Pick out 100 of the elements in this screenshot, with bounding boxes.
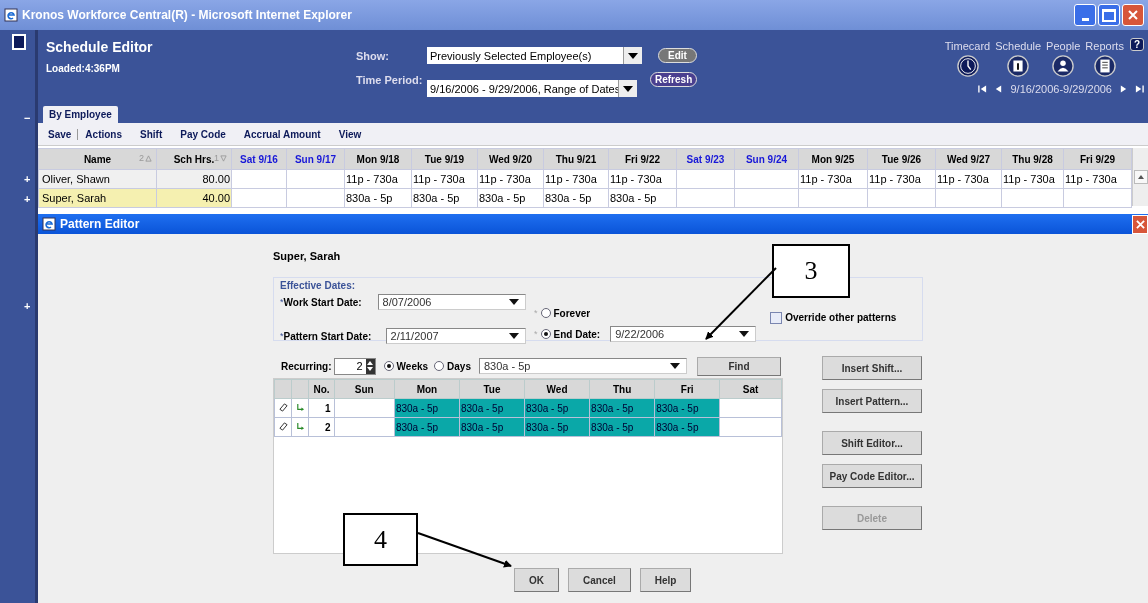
column-header[interactable]: Fri 9/29 — [1063, 148, 1132, 170]
previous-icon[interactable] — [994, 84, 1004, 94]
report-icon[interactable] — [1093, 55, 1116, 77]
dialog-button[interactable]: Help — [639, 568, 692, 592]
column-header[interactable]: Sat 9/16 — [231, 148, 287, 170]
radio-button[interactable] — [434, 361, 445, 371]
column-header[interactable]: Fri 9/22 — [608, 148, 677, 170]
radio-button[interactable] — [540, 329, 551, 339]
table-cell — [286, 169, 345, 189]
collapse-toggle[interactable]: − — [24, 112, 31, 124]
column-header[interactable]: Wed 9/27 — [935, 148, 1002, 170]
expand-toggle[interactable]: + — [24, 173, 31, 185]
table-cell — [935, 188, 1002, 208]
toolbar-menu[interactable]: Pay Code — [180, 128, 226, 140]
toolbar-menu[interactable]: Save — [48, 128, 79, 140]
person-icon[interactable] — [1052, 55, 1075, 77]
column-header[interactable]: Wed 9/20 — [477, 148, 544, 170]
nav-link[interactable]: Timecard — [944, 40, 991, 52]
table-cell: 11p - 730a — [1063, 169, 1132, 189]
table-cell: 830a - 5p — [543, 188, 609, 208]
dialog-button[interactable]: Cancel — [568, 568, 631, 592]
column-header: Fri — [654, 379, 720, 399]
maximize-button[interactable] — [1098, 4, 1120, 26]
column-header[interactable]: Thu 9/28 — [1001, 148, 1064, 170]
next-icon[interactable] — [1119, 84, 1128, 94]
column-header[interactable]: Sun 9/17 — [286, 148, 345, 170]
table-cell — [231, 169, 287, 189]
table-cell — [676, 188, 735, 208]
page-title: Schedule Editor — [46, 39, 154, 55]
last-page-icon[interactable] — [1135, 84, 1144, 94]
close-button[interactable] — [1132, 214, 1148, 234]
radio-button[interactable] — [383, 361, 394, 371]
date-dropdown[interactable]: 9/22/2006 — [610, 326, 757, 342]
action-button[interactable]: Shift Editor... — [822, 431, 922, 455]
required-mark: * — [280, 297, 284, 307]
refresh-button[interactable]: Refresh — [650, 72, 698, 87]
table-cell — [231, 188, 287, 208]
table-cell — [286, 188, 345, 208]
shift-dropdown[interactable]: 830a - 5p — [479, 358, 687, 374]
date-dropdown[interactable]: 2/11/2007 — [385, 328, 526, 344]
radio-button[interactable] — [540, 308, 551, 318]
table-cell — [734, 169, 799, 189]
column-header: Thu — [589, 379, 655, 399]
scrollbar[interactable] — [1132, 148, 1148, 206]
time-period-label: Time Period: — [356, 73, 424, 86]
table-cell: 11p - 730a — [543, 169, 609, 189]
date-dropdown[interactable]: 8/07/2006 — [377, 294, 526, 310]
radio-label: Days — [447, 360, 471, 372]
close-icon — [1135, 219, 1145, 229]
action-button[interactable]: Insert Shift... — [822, 356, 922, 380]
column-header[interactable]: Thu 9/21 — [543, 148, 609, 170]
table-cell: 11p - 730a — [867, 169, 936, 189]
expand-toggle[interactable]: + — [24, 193, 31, 205]
table-cell — [719, 398, 782, 418]
show-dropdown[interactable]: Previously Selected Employee(s) — [427, 47, 642, 64]
toolbar-menu[interactable]: Actions — [85, 128, 123, 140]
action-button[interactable]: Pay Code Editor... — [822, 464, 922, 488]
table-cell — [719, 417, 782, 437]
find-button[interactable]: Find — [697, 356, 781, 376]
table-cell: 830a - 5p — [608, 188, 677, 208]
nav-link[interactable]: People — [1046, 40, 1081, 52]
callout-box: 4 — [343, 513, 418, 566]
dialog-button[interactable]: OK — [514, 568, 559, 592]
action-button[interactable]: Insert Pattern... — [822, 389, 922, 413]
column-header: Sun — [334, 379, 395, 399]
expand-toggle[interactable]: + — [24, 300, 31, 312]
nav-link[interactable]: Schedule — [995, 40, 1042, 52]
panel-icon[interactable] — [12, 34, 26, 50]
nav-link[interactable]: Reports — [1085, 40, 1124, 52]
column-header[interactable]: Tue 9/26 — [867, 148, 936, 170]
toolbar-menu[interactable]: Accrual Amount — [243, 128, 321, 140]
column-header[interactable]: Sat 9/23 — [676, 148, 735, 170]
checkbox[interactable] — [770, 312, 783, 324]
table-cell: 830a - 5p — [344, 188, 412, 208]
column-header[interactable]: Mon 9/18 — [344, 148, 412, 170]
window-title: Kronos Workforce Central(R) - Microsoft Internet Explorer — [22, 8, 352, 22]
table-cell — [334, 417, 395, 437]
column-header[interactable]: Tue 9/19 — [411, 148, 478, 170]
table-cell — [334, 398, 395, 418]
table-cell — [734, 188, 799, 208]
checkbox-label: Override other patterns — [785, 312, 897, 323]
callout-box: 3 — [772, 244, 850, 298]
tab[interactable]: By Employee — [43, 106, 118, 123]
date-range: 9/16/2006-9/29/2006 — [1010, 83, 1112, 95]
edit-button[interactable]: Edit — [658, 48, 697, 63]
calendar-icon[interactable] — [1007, 55, 1030, 77]
field-label: Pattern Start Date: — [283, 330, 373, 342]
help-button[interactable]: ? — [1129, 38, 1144, 51]
column-header: Wed — [524, 379, 590, 399]
loaded-time: Loaded:4:36PM — [46, 63, 121, 74]
clock-icon[interactable] — [956, 55, 979, 77]
first-page-icon[interactable] — [978, 84, 988, 94]
column-header[interactable]: Sch Hrs.1 — [156, 148, 232, 170]
close-button[interactable] — [1122, 4, 1144, 26]
column-header[interactable]: Sun 9/24 — [734, 148, 799, 170]
toolbar-menu[interactable]: Shift — [140, 128, 163, 140]
minimize-button[interactable] — [1074, 4, 1096, 26]
column-header[interactable]: Mon 9/25 — [798, 148, 868, 170]
toolbar-menu[interactable]: View — [338, 128, 362, 140]
recurring-spinner[interactable]: 2 — [333, 357, 376, 375]
